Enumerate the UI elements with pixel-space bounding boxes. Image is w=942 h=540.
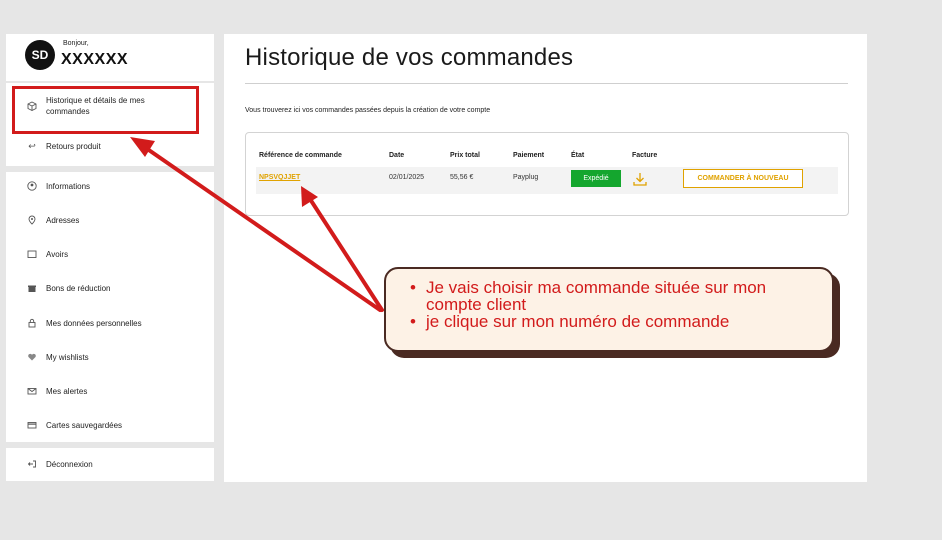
sidebar-item-addresses[interactable]: Adresses [6, 214, 214, 226]
sidebar-item-wishlists[interactable]: My wishlists [6, 351, 214, 363]
main-content: Historique de vos commandes Vous trouver… [224, 34, 867, 482]
sidebar-item-label: Cartes sauvegardées [46, 420, 123, 430]
sidebar-footer: Déconnexion [6, 448, 214, 481]
page-title: Historique de vos commandes [245, 44, 574, 71]
sidebar-item-label: Bons de réduction [46, 283, 111, 293]
column-header-date: Date [389, 152, 405, 159]
column-header-invoice: Facture [632, 152, 658, 159]
greeting-text: Bonjour, [63, 40, 89, 47]
callout-line: je clique sur mon numéro de commande [410, 313, 814, 330]
sidebar-item-label: Informations [46, 181, 91, 191]
callout-line: Je vais choisir ma commande située sur m… [410, 279, 814, 313]
avatar[interactable]: SD [25, 40, 55, 70]
sidebar-item-informations[interactable]: Informations [6, 180, 214, 192]
sidebar-item-alerts[interactable]: Mes alertes [6, 385, 214, 397]
download-invoice-icon[interactable] [632, 171, 648, 187]
mail-icon [26, 385, 38, 397]
credit-note-icon [26, 248, 38, 260]
lock-icon [26, 317, 38, 329]
user-name: XXXXXX [61, 51, 129, 68]
intro-text: Vous trouverez ici vos commandes passées… [245, 107, 491, 114]
sidebar-nav: Historique et détails de mes commandes ↩… [6, 83, 214, 442]
sidebar-item-label: Adresses [46, 215, 80, 225]
voucher-icon [26, 282, 38, 294]
sidebar-item-personal-data[interactable]: Mes données personnelles [6, 317, 214, 329]
sidebar-item-label: Mes alertes [46, 386, 88, 396]
reorder-button[interactable]: COMMANDER À NOUVEAU [683, 169, 803, 188]
order-reference-link[interactable]: NPSVQJJET [259, 174, 300, 181]
order-payment: Payplug [513, 174, 539, 181]
annotation-highlight-box [12, 86, 199, 134]
column-header-reference: Référence de commande [259, 152, 342, 159]
user-circle-icon [26, 180, 38, 192]
divider [245, 83, 848, 84]
instruction-callout: Je vais choisir ma commande située sur m… [384, 267, 834, 352]
column-header-total: Prix total [450, 152, 480, 159]
sidebar-item-saved-cards[interactable]: Cartes sauvegardées [6, 419, 214, 431]
user-header: SD Bonjour, XXXXXX [6, 34, 214, 81]
sidebar-item-label: My wishlists [46, 352, 89, 362]
status-badge: Expédié [571, 170, 621, 187]
order-total: 55,56 € [450, 174, 474, 181]
sidebar-item-label: Mes données personnelles [46, 318, 142, 328]
sidebar-item-label: Retours produit [46, 141, 101, 151]
sidebar-item-vouchers[interactable]: Bons de réduction [6, 282, 214, 294]
orders-table: Référence de commande Date Prix total Pa… [245, 132, 849, 216]
column-header-payment: Paiement [513, 152, 545, 159]
sidebar-item-label: Avoirs [46, 249, 69, 259]
location-pin-icon [26, 214, 38, 226]
logout-label: Déconnexion [46, 459, 93, 469]
sidebar-item-credit-notes[interactable]: Avoirs [6, 248, 214, 260]
order-date: 02/01/2025 [389, 174, 425, 181]
column-header-status: État [571, 152, 585, 159]
divider [6, 166, 214, 172]
logout-button[interactable]: Déconnexion [6, 458, 214, 470]
sidebar-item-returns[interactable]: ↩ Retours produit [6, 140, 214, 152]
heart-icon [26, 351, 38, 363]
card-icon [26, 419, 38, 431]
return-arrow-icon: ↩ [28, 140, 36, 151]
logout-icon [26, 458, 38, 470]
